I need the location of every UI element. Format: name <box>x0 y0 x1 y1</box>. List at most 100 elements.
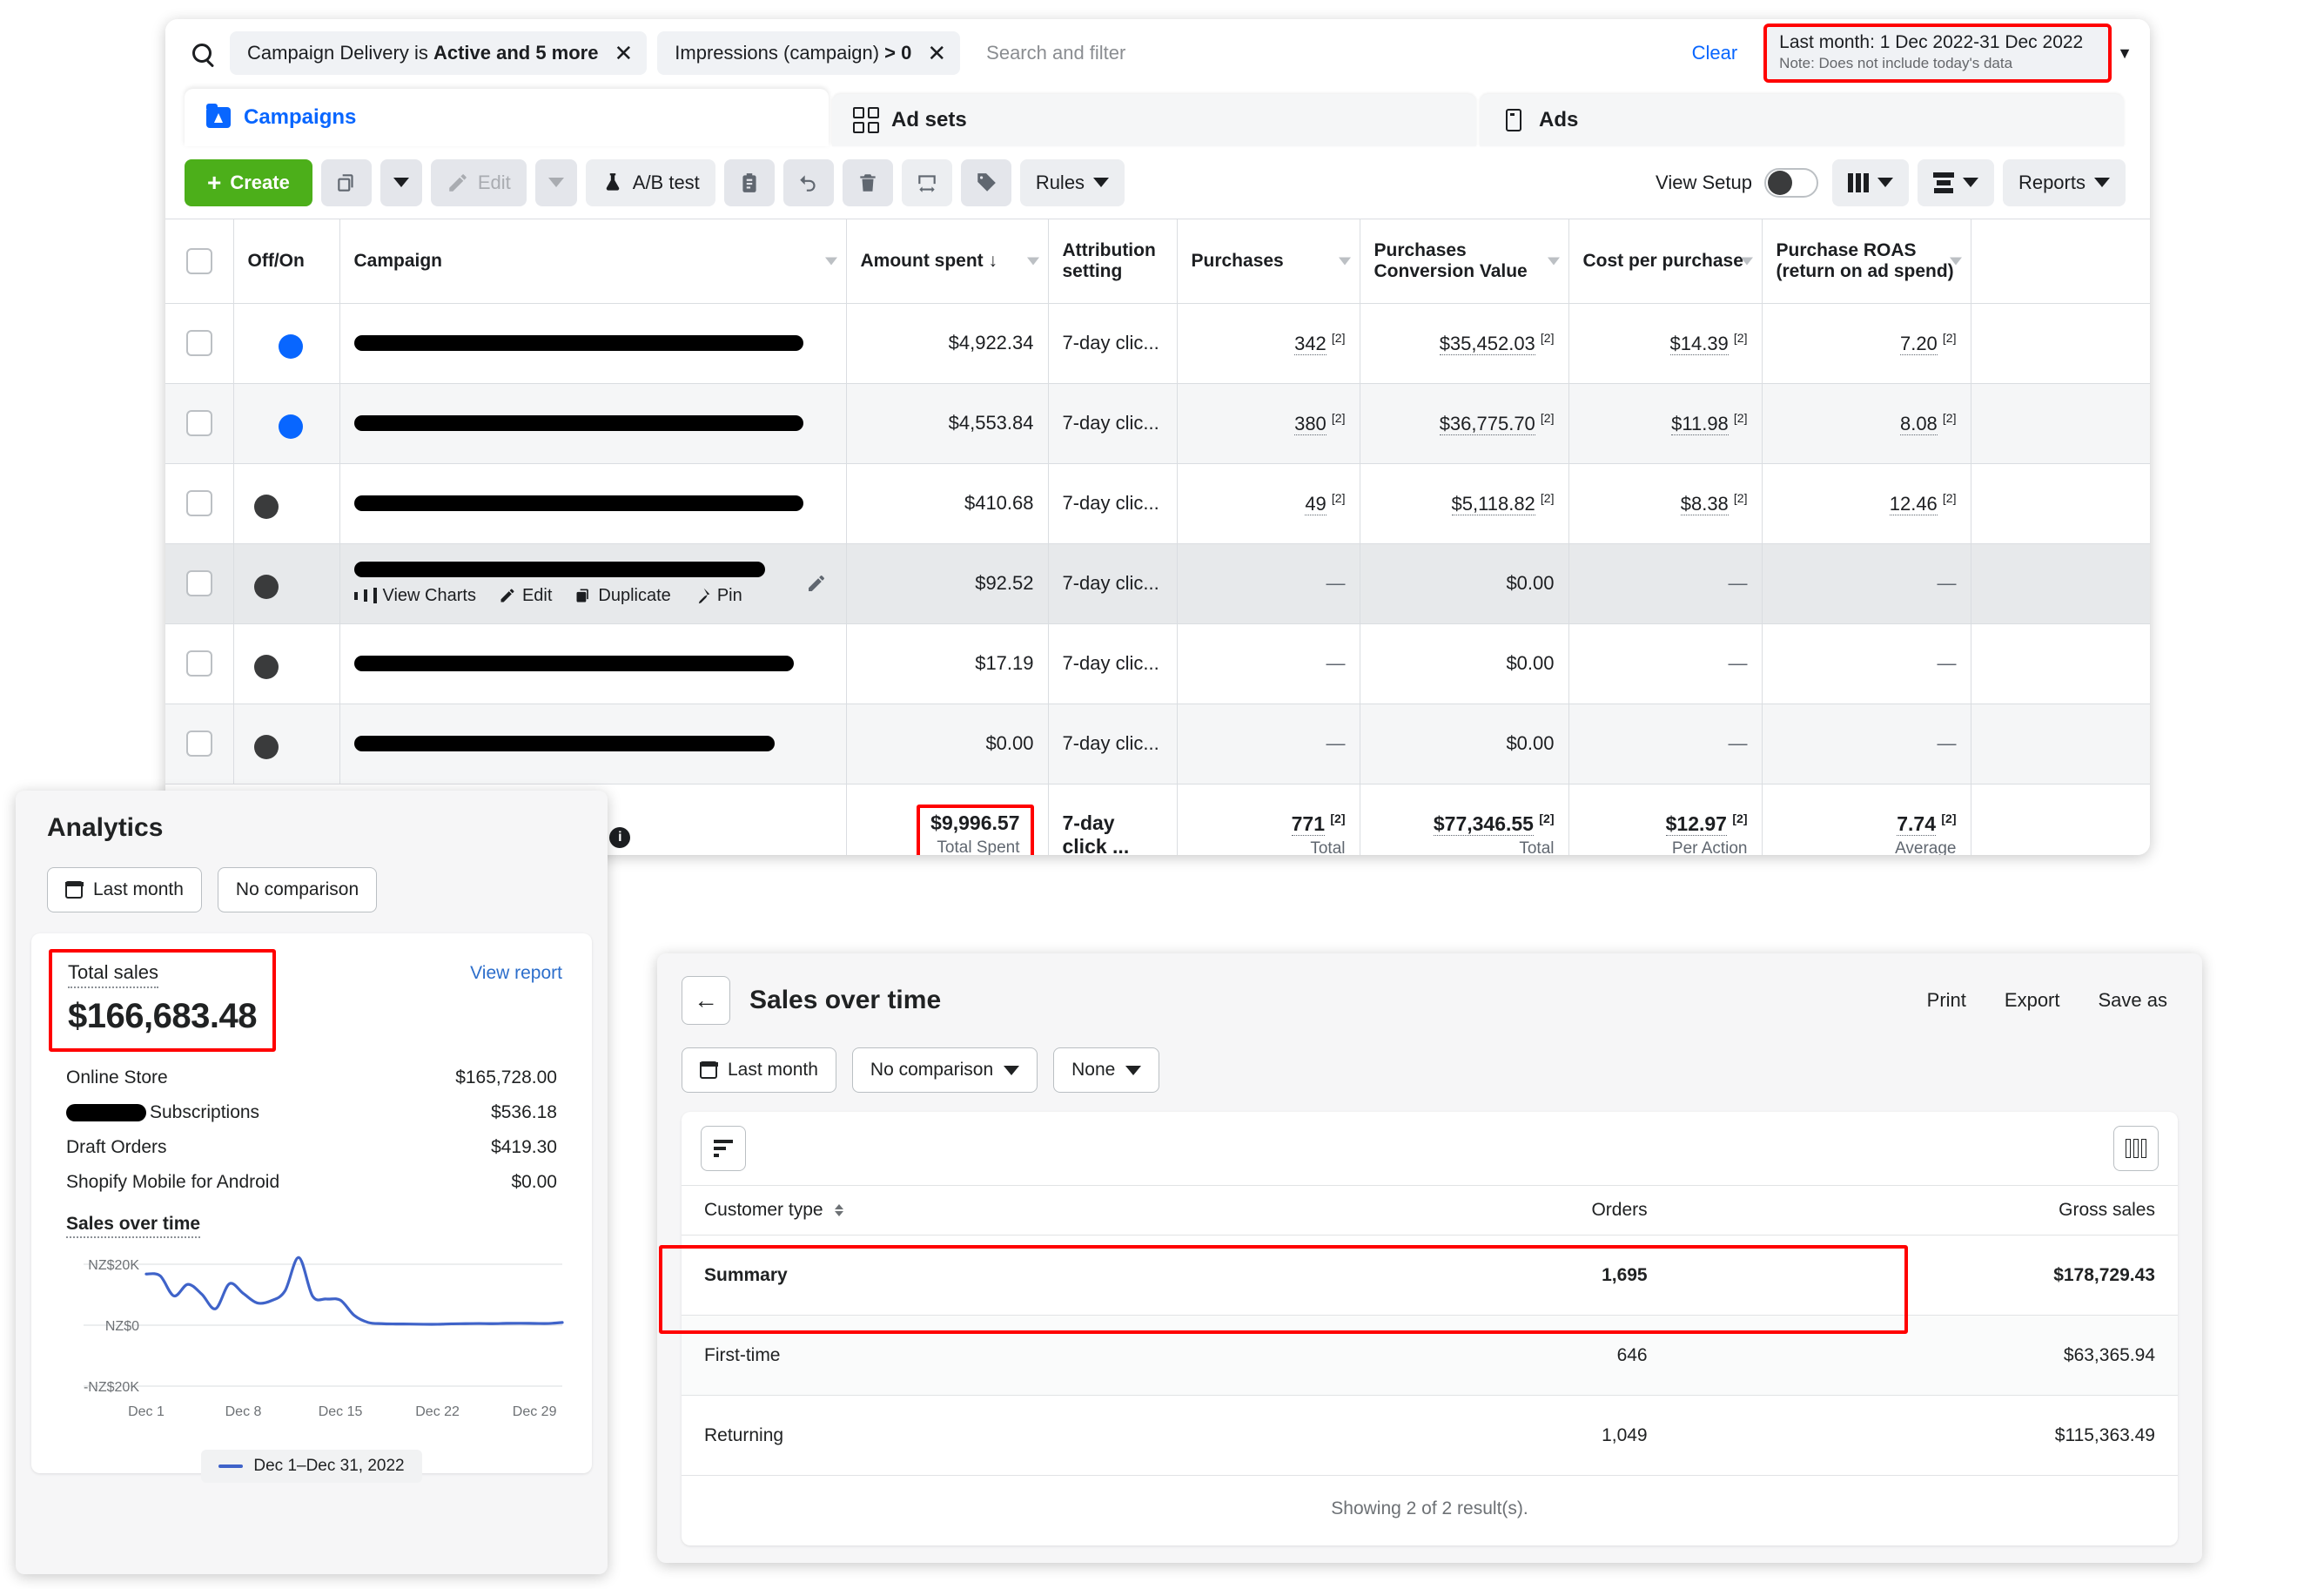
edit-action[interactable]: Edit <box>499 586 552 606</box>
svg-text:Dec 1: Dec 1 <box>128 1404 165 1419</box>
filter-button[interactable] <box>701 1126 746 1171</box>
campaign-name-cell[interactable] <box>339 303 847 384</box>
row-toggle-cell[interactable] <box>233 463 340 544</box>
row-toggle-cell[interactable] <box>233 303 340 384</box>
delete-button[interactable] <box>842 158 893 206</box>
tab-campaigns[interactable]: Campaigns <box>185 89 829 146</box>
chevron-down-icon[interactable]: ▼ <box>2117 44 2133 63</box>
row-checkbox-cell[interactable] <box>165 383 234 464</box>
reports-button[interactable]: Reports <box>2002 158 2126 206</box>
column-header-purchases[interactable]: Purchases <box>1177 219 1360 304</box>
column-header-amount-spent[interactable]: Amount spent ↓ <box>846 219 1049 304</box>
campaign-name-cell[interactable] <box>339 463 847 544</box>
edit-columns-button[interactable] <box>2113 1126 2159 1171</box>
info-icon[interactable]: i <box>609 826 631 848</box>
close-icon[interactable]: ✕ <box>614 42 633 64</box>
row-toggle-cell[interactable] <box>233 704 340 784</box>
print-button[interactable]: Print <box>1927 989 1966 1012</box>
svg-text:Dec 22: Dec 22 <box>415 1404 460 1419</box>
report-comparison-button[interactable]: No comparison <box>851 1047 1038 1093</box>
row-toggle-cell[interactable] <box>233 383 340 464</box>
column-header-purchases-conversion-value[interactable]: Purchases Conversion Value <box>1360 219 1569 304</box>
checkbox[interactable] <box>185 410 212 436</box>
columns-button[interactable] <box>1831 158 1909 206</box>
export-button[interactable] <box>901 158 952 206</box>
tag-button[interactable] <box>960 158 1011 206</box>
campaign-name-cell[interactable] <box>339 383 847 464</box>
svg-text:Dec 15: Dec 15 <box>319 1404 363 1419</box>
edit-button[interactable]: Edit <box>430 158 527 206</box>
undo-button[interactable] <box>783 158 834 206</box>
analytics-comparison-button[interactable]: No comparison <box>217 867 378 912</box>
ab-test-label: A/B test <box>632 171 700 193</box>
duplicate-button[interactable] <box>320 158 372 206</box>
tab-adsets[interactable]: Ad sets <box>832 94 1476 146</box>
column-header-orders[interactable]: Orders <box>1320 1185 1670 1236</box>
row-checkbox-cell[interactable] <box>165 463 234 544</box>
column-header-campaign[interactable]: Campaign <box>339 219 847 304</box>
duplicate-dropdown[interactable] <box>379 158 422 206</box>
duplicate-action[interactable]: Duplicate <box>574 586 671 606</box>
clipboard-button[interactable] <box>723 158 775 206</box>
close-icon[interactable]: ✕ <box>927 42 946 64</box>
column-header-purchase-roas[interactable]: Purchase ROAS (return on ad spend) <box>1762 219 1971 304</box>
row-toggle-cell[interactable] <box>233 623 340 704</box>
campaign-name-cell[interactable] <box>339 623 847 704</box>
table-row[interactable]: $17.19 7-day clic... — $0.00 — — <box>165 623 2150 704</box>
report-group-button[interactable]: None <box>1053 1047 1160 1093</box>
row-toggle-cell[interactable] <box>233 543 340 624</box>
view-report-link[interactable]: View report <box>470 963 562 984</box>
campaign-name-cell[interactable] <box>339 704 847 784</box>
column-header-cost-per-purchase[interactable]: Cost per purchase <box>1568 219 1763 304</box>
screenshot-root: Campaign Delivery is Active and 5 more ✕… <box>0 0 2324 1589</box>
rules-button[interactable]: Rules <box>1019 158 1125 206</box>
filter-chip-impressions[interactable]: Impressions (campaign) > 0 ✕ <box>657 31 961 75</box>
row-checkbox-cell[interactable] <box>165 704 234 784</box>
row-checkbox-cell[interactable] <box>165 623 234 704</box>
checkbox[interactable] <box>185 570 212 596</box>
checkbox[interactable] <box>185 490 212 516</box>
view-charts-action[interactable]: View Charts <box>353 586 476 606</box>
toggle-switch[interactable] <box>1763 167 1818 198</box>
filter-chip-campaign-delivery[interactable]: Campaign Delivery is Active and 5 more ✕ <box>230 31 648 75</box>
ab-test-button[interactable]: A/B test <box>585 158 715 206</box>
column-header-customer-type[interactable]: Customer type <box>682 1185 1321 1236</box>
tab-ads[interactable]: Ads <box>1480 94 2124 146</box>
save-as-button[interactable]: Save as <box>2099 989 2168 1012</box>
column-header-gross-sales[interactable]: Gross sales <box>1669 1185 2178 1236</box>
filter-chip-text: Campaign Delivery is Active and 5 more <box>247 42 599 64</box>
chevron-down-icon <box>1125 1065 1142 1075</box>
table-row[interactable]: $410.68 7-day clic... 49 [2] $5,118.82 [… <box>165 463 2150 544</box>
breakdown-button[interactable] <box>1917 158 1994 206</box>
view-setup-toggle[interactable]: View Setup <box>1656 167 1818 198</box>
adsets-grid-icon <box>853 107 879 133</box>
row-checkbox-cell[interactable] <box>165 303 234 384</box>
redacted-channel-name <box>66 1104 146 1122</box>
table-row[interactable]: $4,553.84 7-day clic... 380 [2] $36,775.… <box>165 383 2150 464</box>
table-row[interactable]: $0.00 7-day clic... — $0.00 — — <box>165 704 2150 784</box>
back-button[interactable]: ← <box>682 976 730 1025</box>
table-row[interactable]: $4,922.34 7-day clic... 342 [2] $35,452.… <box>165 303 2150 384</box>
checkbox[interactable] <box>185 330 212 356</box>
create-button[interactable]: + Create <box>185 158 312 206</box>
row-checkbox-cell[interactable] <box>165 543 234 624</box>
pencil-icon <box>500 589 514 603</box>
analytics-date-button[interactable]: Last month <box>47 867 202 912</box>
pin-action[interactable]: Pin <box>694 586 742 606</box>
select-all-header[interactable] <box>165 219 234 304</box>
search-icon[interactable] <box>185 44 219 63</box>
export-button[interactable]: Export <box>2005 989 2060 1012</box>
table-row[interactable]: View Charts Edit Duplicate Pin $92.52 7-… <box>165 543 2150 624</box>
report-date-button[interactable]: Last month <box>682 1047 836 1093</box>
checkbox[interactable] <box>185 247 212 274</box>
inline-edit-pencil-icon[interactable] <box>806 573 827 594</box>
row-extra-cell <box>1971 463 2150 544</box>
checkbox[interactable] <box>185 731 212 757</box>
checkbox[interactable] <box>185 650 212 677</box>
campaign-name-cell[interactable]: View Charts Edit Duplicate Pin <box>339 543 847 624</box>
edit-dropdown[interactable] <box>534 158 577 206</box>
date-range-selector[interactable]: Last month: 1 Dec 2022-31 Dec 2022 Note:… <box>1763 24 2112 83</box>
clear-filters-button[interactable]: Clear <box>1692 42 1754 64</box>
search-input[interactable]: Search and filter <box>971 42 1681 64</box>
attribution-cell: 7-day clic... <box>1048 383 1178 464</box>
